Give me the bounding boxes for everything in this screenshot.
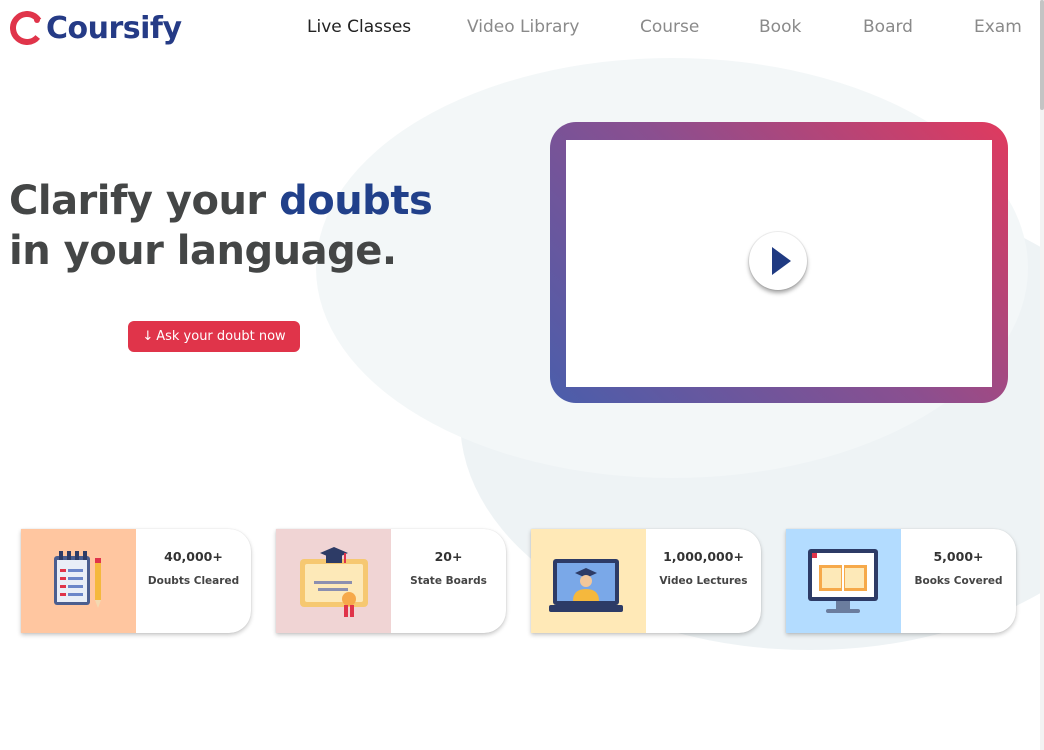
stat-label: Books Covered <box>914 575 1003 587</box>
play-icon <box>772 247 791 275</box>
stat-label: Video Lectures <box>659 575 748 587</box>
ask-doubt-button[interactable]: ↓ Ask your doubt now <box>128 321 300 352</box>
hero-title-part1: Clarify your <box>9 178 280 224</box>
stat-card-text: 5,000+ Books Covered <box>901 529 1016 633</box>
stat-value: 1,000,000+ <box>663 549 744 564</box>
nav-exam[interactable]: Exam <box>974 17 1022 37</box>
stat-label: State Boards <box>410 575 487 587</box>
graduate-laptop-icon <box>531 529 646 633</box>
hero-title-accent: doubts <box>279 178 433 224</box>
nav-book[interactable]: Book <box>759 17 801 37</box>
stat-card-text: 1,000,000+ Video Lectures <box>646 529 761 633</box>
stat-value: 40,000+ <box>164 549 223 564</box>
stat-value: 5,000+ <box>933 549 984 564</box>
nav-course[interactable]: Course <box>640 17 699 37</box>
nav-live-classes[interactable]: Live Classes <box>307 17 411 37</box>
scrollbar-thumb[interactable] <box>1040 0 1044 110</box>
logo[interactable]: Coursify <box>10 6 182 50</box>
monitor-book-icon <box>786 529 901 633</box>
stat-card-boards: 20+ State Boards <box>276 529 506 633</box>
nav-board[interactable]: Board <box>863 17 913 37</box>
stat-card-text: 40,000+ Doubts Cleared <box>136 529 251 633</box>
hero-title: Clarify your doubts in your language. <box>9 176 433 276</box>
stat-label: Doubts Cleared <box>147 575 240 587</box>
stat-card-videos: 1,000,000+ Video Lectures <box>531 529 761 633</box>
logo-mark-icon <box>10 11 44 45</box>
certificate-icon <box>276 529 391 633</box>
scrollbar[interactable] <box>1040 0 1044 750</box>
stat-card-text: 20+ State Boards <box>391 529 506 633</box>
stat-card-doubts: 40,000+ Doubts Cleared <box>21 529 251 633</box>
play-button[interactable] <box>749 232 807 290</box>
nav-video-library[interactable]: Video Library <box>467 17 579 37</box>
hero-title-line2: in your language. <box>9 228 397 274</box>
notepad-pencil-icon <box>21 529 136 633</box>
arrow-down-icon: ↓ <box>142 329 154 344</box>
brand-name: Coursify <box>46 10 182 46</box>
header: Coursify Live Classes Video Library Cour… <box>0 0 1044 56</box>
stat-card-books: 5,000+ Books Covered <box>786 529 1016 633</box>
ask-doubt-label: Ask your doubt now <box>156 329 286 344</box>
stat-value: 20+ <box>434 549 463 564</box>
page: Coursify Live Classes Video Library Cour… <box>0 0 1044 750</box>
